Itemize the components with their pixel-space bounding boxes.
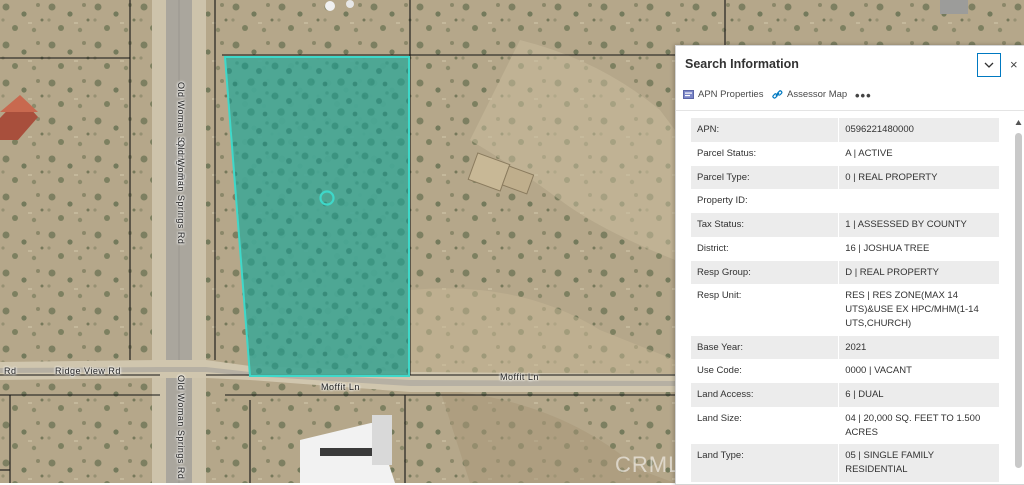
attribute-value: 0596221480000 [838, 118, 999, 142]
attribute-key: Resp Group: [691, 260, 839, 285]
attribute-key: District: [691, 236, 839, 261]
table-row: APN: 0596221480000 [691, 118, 999, 142]
scroll-up-arrow-icon[interactable] [1015, 118, 1022, 128]
attribute-key: Use Code: [691, 359, 839, 384]
table-row: Resp Unit: RES | RES ZONE(MAX 14 UTS)&USE… [691, 284, 999, 336]
attribute-value: 2021 [838, 335, 999, 360]
attribute-key: Land Access: [691, 383, 839, 407]
attribute-value: D | REAL PROPERTY [838, 260, 999, 285]
attribute-value: 1 | ASSESSED BY COUNTY [838, 213, 999, 237]
apn-properties-button[interactable]: APN Properties [683, 89, 763, 100]
properties-icon [683, 90, 694, 99]
attribute-value: RES | RES ZONE(MAX 14 UTS)&USE EX HPC/MH… [838, 284, 999, 336]
table-row: Land Access: 6 | DUAL [691, 383, 999, 407]
road-label-moffit: Moffit Ln [500, 372, 539, 382]
road-label-ridge-view: Ridge View Rd [55, 366, 121, 376]
attribute-key: APN: [691, 118, 839, 142]
table-row: Parcel Type: 0 | REAL PROPERTY [691, 165, 999, 190]
attribute-key: Parcel Status: [691, 141, 839, 166]
table-row: Base Year: 2021 [691, 335, 999, 360]
attribute-key: Base Year: [691, 335, 839, 360]
scroll-thumb[interactable] [1015, 133, 1022, 468]
table-row: District: 16 | JOSHUA TREE [691, 236, 999, 261]
assessor-map-button[interactable]: Assessor Map [772, 89, 847, 100]
table-row: Land Size: 04 | 20,000 SQ. FEET TO 1.500 … [691, 406, 999, 445]
attribute-key: Parcel Type: [691, 165, 839, 190]
attribute-value: 0000 | VACANT [838, 359, 999, 384]
table-row: Use Code: 0000 | VACANT [691, 359, 999, 384]
link-icon [772, 90, 783, 99]
table-row: Property ID: [691, 189, 999, 214]
attribute-value: 0 | REAL PROPERTY [838, 165, 999, 190]
table-row: Parcel Status: A | ACTIVE [691, 141, 999, 166]
attribute-key: Land Type: [691, 444, 839, 483]
attribute-value: 16 | JOSHUA TREE [838, 236, 999, 261]
road-label-moffit: Moffit Ln [321, 382, 360, 392]
attribute-table: APN: 0596221480000 Parcel Status: A | ACTIV… [691, 118, 999, 484]
apn-properties-label: APN Properties [698, 89, 764, 100]
attribute-key: Property ID: [691, 189, 839, 214]
table-row: Resp Group: D | REAL PROPERTY [691, 260, 999, 285]
attribute-value: 04 | 20,000 SQ. FEET TO 1.500 ACRES [838, 406, 999, 445]
attribute-value: A | ACTIVE [838, 141, 999, 166]
collapse-button[interactable] [977, 53, 1001, 77]
panel-actions: APN Properties Assessor Map ••• [676, 86, 1024, 111]
attribute-value: 05 | SINGLE FAMILY RESIDENTIAL [838, 444, 999, 483]
attribute-value [838, 189, 999, 214]
close-button[interactable]: × [1010, 57, 1018, 72]
search-information-panel: Search Information × APN Properties Asse… [675, 45, 1024, 485]
table-row: Tax Status: 1 | ASSESSED BY COUNTY [691, 213, 999, 237]
road-label-old-woman-springs: Old Woman Springs Rd [176, 375, 186, 480]
assessor-map-label: Assessor Map [787, 89, 848, 100]
road-label-old-woman-springs: Old Woman Springs Rd [176, 140, 186, 245]
attribute-key: Resp Unit: [691, 284, 839, 336]
chevron-down-icon [984, 62, 994, 68]
panel-header: Search Information × [676, 46, 1024, 86]
attribute-key: Tax Status: [691, 213, 839, 237]
road-label-rd: Rd [4, 366, 17, 376]
panel-title: Search Information [685, 57, 799, 71]
table-row: Land Type: 05 | SINGLE FAMILY RESIDENTIAL [691, 444, 999, 483]
more-options-button[interactable]: ••• [855, 88, 872, 103]
scrollbar[interactable] [1015, 118, 1022, 484]
attribute-key: Land Size: [691, 406, 839, 445]
attribute-value: 6 | DUAL [838, 383, 999, 407]
